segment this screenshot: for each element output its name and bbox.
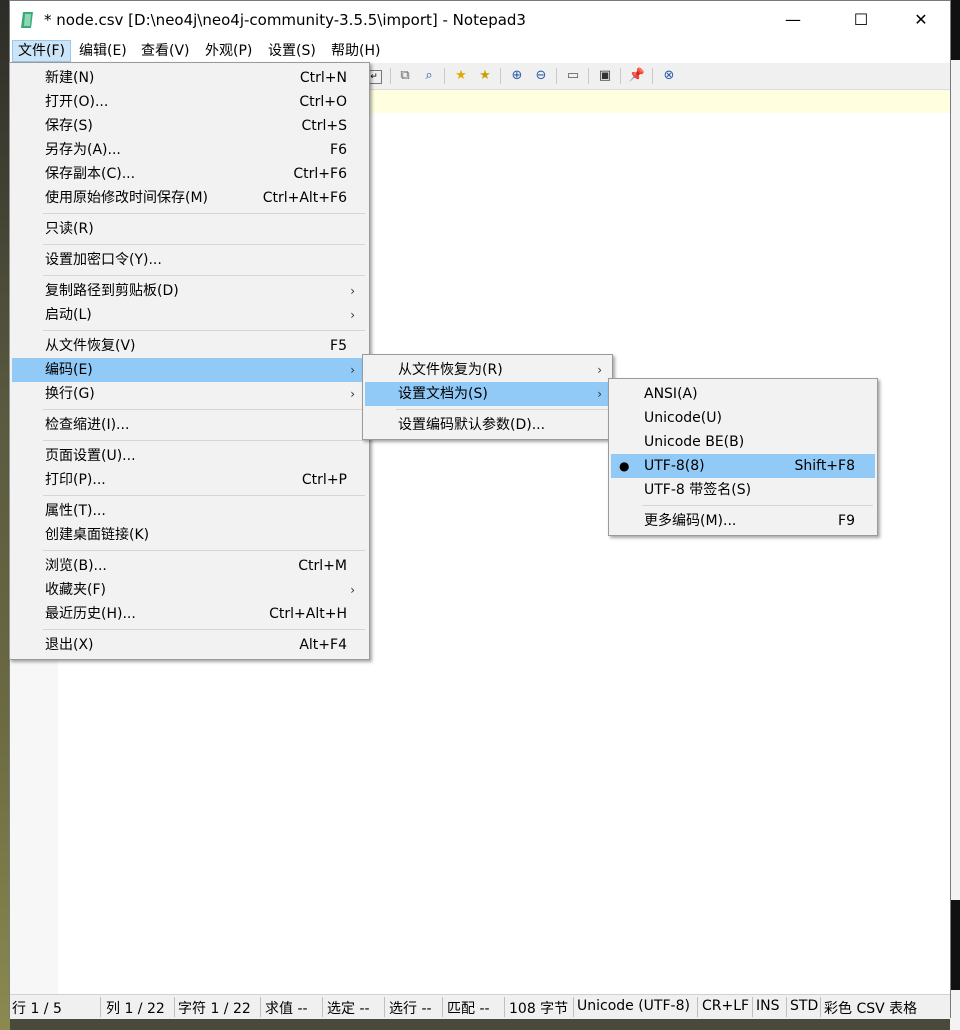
- menu-item-utf8[interactable]: ● UTF-8(8) Shift+F8: [611, 454, 875, 478]
- menu-item-save-keep-time[interactable]: 使用原始修改时间保存(M) Ctrl+Alt+F6: [12, 186, 367, 210]
- menu-item-encoding[interactable]: 编码(E) ›: [12, 358, 367, 382]
- menu-file[interactable]: 文件(F): [12, 40, 71, 62]
- menu-item-more-encodings[interactable]: 更多编码(M)... F9: [611, 509, 875, 533]
- status-std[interactable]: STD: [790, 998, 818, 1014]
- status-match: 匹配 --: [447, 1001, 490, 1017]
- menu-item-save[interactable]: 保存(S) Ctrl+S: [12, 114, 367, 138]
- menu-view[interactable]: 查看(V): [136, 41, 195, 61]
- zoom-out-icon[interactable]: ⊖: [532, 67, 550, 85]
- add-favorite-icon[interactable]: ★: [476, 67, 494, 85]
- menu-item-line-endings[interactable]: 换行(G) ›: [12, 382, 367, 406]
- zoom-in-icon[interactable]: ⊕: [508, 67, 526, 85]
- title-bar[interactable]: * node.csv [D:\neo4j\neo4j-community-3.5…: [10, 1, 950, 39]
- menu-item-launch[interactable]: 启动(L) ›: [12, 303, 367, 327]
- menu-settings[interactable]: 设置(S): [263, 41, 321, 61]
- status-eol[interactable]: CR+LF: [702, 998, 749, 1014]
- page-setup-icon[interactable]: ▭: [564, 67, 582, 85]
- menu-item-check-indent[interactable]: 检查缩进(I)...: [12, 413, 367, 437]
- menu-item-copy-path[interactable]: 复制路径到剪贴板(D) ›: [12, 279, 367, 303]
- status-column: 列 1 / 22: [106, 1001, 165, 1017]
- menu-item-utf8-bom[interactable]: UTF-8 带签名(S): [611, 478, 875, 502]
- selected-bullet-icon: ●: [619, 459, 630, 473]
- menu-item-desktop-link[interactable]: 创建桌面链接(K): [12, 523, 367, 547]
- status-eval: 求值 --: [265, 1001, 308, 1017]
- menu-item-unicode-be[interactable]: Unicode BE(B): [611, 430, 875, 454]
- encoding-submenu: 从文件恢复为(R) › 设置文档为(S) › 设置编码默认参数(D)...: [362, 354, 613, 440]
- chevron-right-icon: ›: [350, 387, 355, 401]
- menu-item-favorites[interactable]: 收藏夹(F) ›: [12, 578, 367, 602]
- minimize-button[interactable]: —: [770, 1, 816, 39]
- menu-bar: 文件(F) 编辑(E) 查看(V) 外观(P) 设置(S) 帮助(H): [10, 39, 950, 63]
- menu-item-set-document-as[interactable]: 设置文档为(S) ›: [365, 382, 610, 406]
- file-menu: 新建(N) Ctrl+N 打开(O)... Ctrl+O 保存(S) Ctrl+S 另…: [9, 62, 370, 660]
- find-icon[interactable]: ⌕: [420, 67, 438, 85]
- status-insert-mode[interactable]: INS: [756, 998, 780, 1014]
- menu-item-page-setup[interactable]: 页面设置(U)...: [12, 444, 367, 468]
- menu-help[interactable]: 帮助(H): [326, 41, 385, 61]
- print-icon[interactable]: ▣: [596, 67, 614, 85]
- exit-icon[interactable]: ⊗: [660, 67, 678, 85]
- menu-item-save-as[interactable]: 另存为(A)... F6: [12, 138, 367, 162]
- menu-item-open[interactable]: 打开(O)... Ctrl+O: [12, 90, 367, 114]
- menu-item-recent-history[interactable]: 最近历史(H)... Ctrl+Alt+H: [12, 602, 367, 626]
- menu-item-exit[interactable]: 退出(X) Alt+F4: [12, 633, 367, 657]
- menu-item-browse[interactable]: 浏览(B)... Ctrl+M: [12, 554, 367, 578]
- menu-item-print[interactable]: 打印(P)... Ctrl+P: [12, 468, 367, 492]
- status-encoding[interactable]: Unicode (UTF-8): [577, 998, 690, 1014]
- chevron-right-icon: ›: [350, 308, 355, 322]
- status-line: 行 1 / 5: [12, 1001, 62, 1017]
- set-document-as-submenu: ANSI(A) Unicode(U) Unicode BE(B) ● UTF-8(…: [608, 378, 878, 536]
- copy-icon[interactable]: ⧉: [396, 67, 414, 85]
- menu-item-revert[interactable]: 从文件恢复(V) F5: [12, 334, 367, 358]
- chevron-right-icon: ›: [350, 583, 355, 597]
- menu-item-properties[interactable]: 属性(T)...: [12, 499, 367, 523]
- favorite-star-icon[interactable]: ★: [452, 67, 470, 85]
- status-lexer[interactable]: 彩色 CSV 表格: [824, 998, 917, 1018]
- menu-appearance[interactable]: 外观(P): [200, 41, 257, 61]
- menu-item-reload-as[interactable]: 从文件恢复为(R) ›: [365, 358, 610, 382]
- menu-item-new[interactable]: 新建(N) Ctrl+N: [12, 66, 367, 90]
- menu-item-read-only[interactable]: 只读(R): [12, 217, 367, 241]
- maximize-button[interactable]: ☐: [838, 1, 884, 39]
- menu-item-unicode[interactable]: Unicode(U): [611, 406, 875, 430]
- status-selected: 选定 --: [327, 1001, 370, 1017]
- close-button[interactable]: ✕: [898, 1, 944, 39]
- notepad3-app-icon: [21, 12, 33, 28]
- menu-item-ansi[interactable]: ANSI(A): [611, 382, 875, 406]
- chevron-right-icon: ›: [350, 363, 355, 377]
- menu-item-encoding-defaults[interactable]: 设置编码默认参数(D)...: [365, 413, 610, 437]
- menu-edit[interactable]: 编辑(E): [74, 41, 132, 61]
- chevron-right-icon: ›: [597, 387, 602, 401]
- window-title: * node.csv [D:\neo4j\neo4j-community-3.5…: [44, 11, 526, 29]
- chevron-right-icon: ›: [597, 363, 602, 377]
- status-selected-lines: 选行 --: [389, 1001, 432, 1017]
- menu-item-save-copy[interactable]: 保存副本(C)... Ctrl+F6: [12, 162, 367, 186]
- chevron-right-icon: ›: [350, 284, 355, 298]
- status-char: 字符 1 / 22: [178, 1001, 251, 1017]
- status-bytes: 108 字节: [509, 1001, 569, 1017]
- desktop-background-right: [950, 0, 960, 1030]
- menu-item-set-password[interactable]: 设置加密口令(Y)...: [12, 248, 367, 272]
- pin-icon[interactable]: 📌: [628, 67, 646, 85]
- status-bar: 行 1 / 5 列 1 / 22 字符 1 / 22 求值 -- 选定 -- 选…: [10, 994, 950, 1019]
